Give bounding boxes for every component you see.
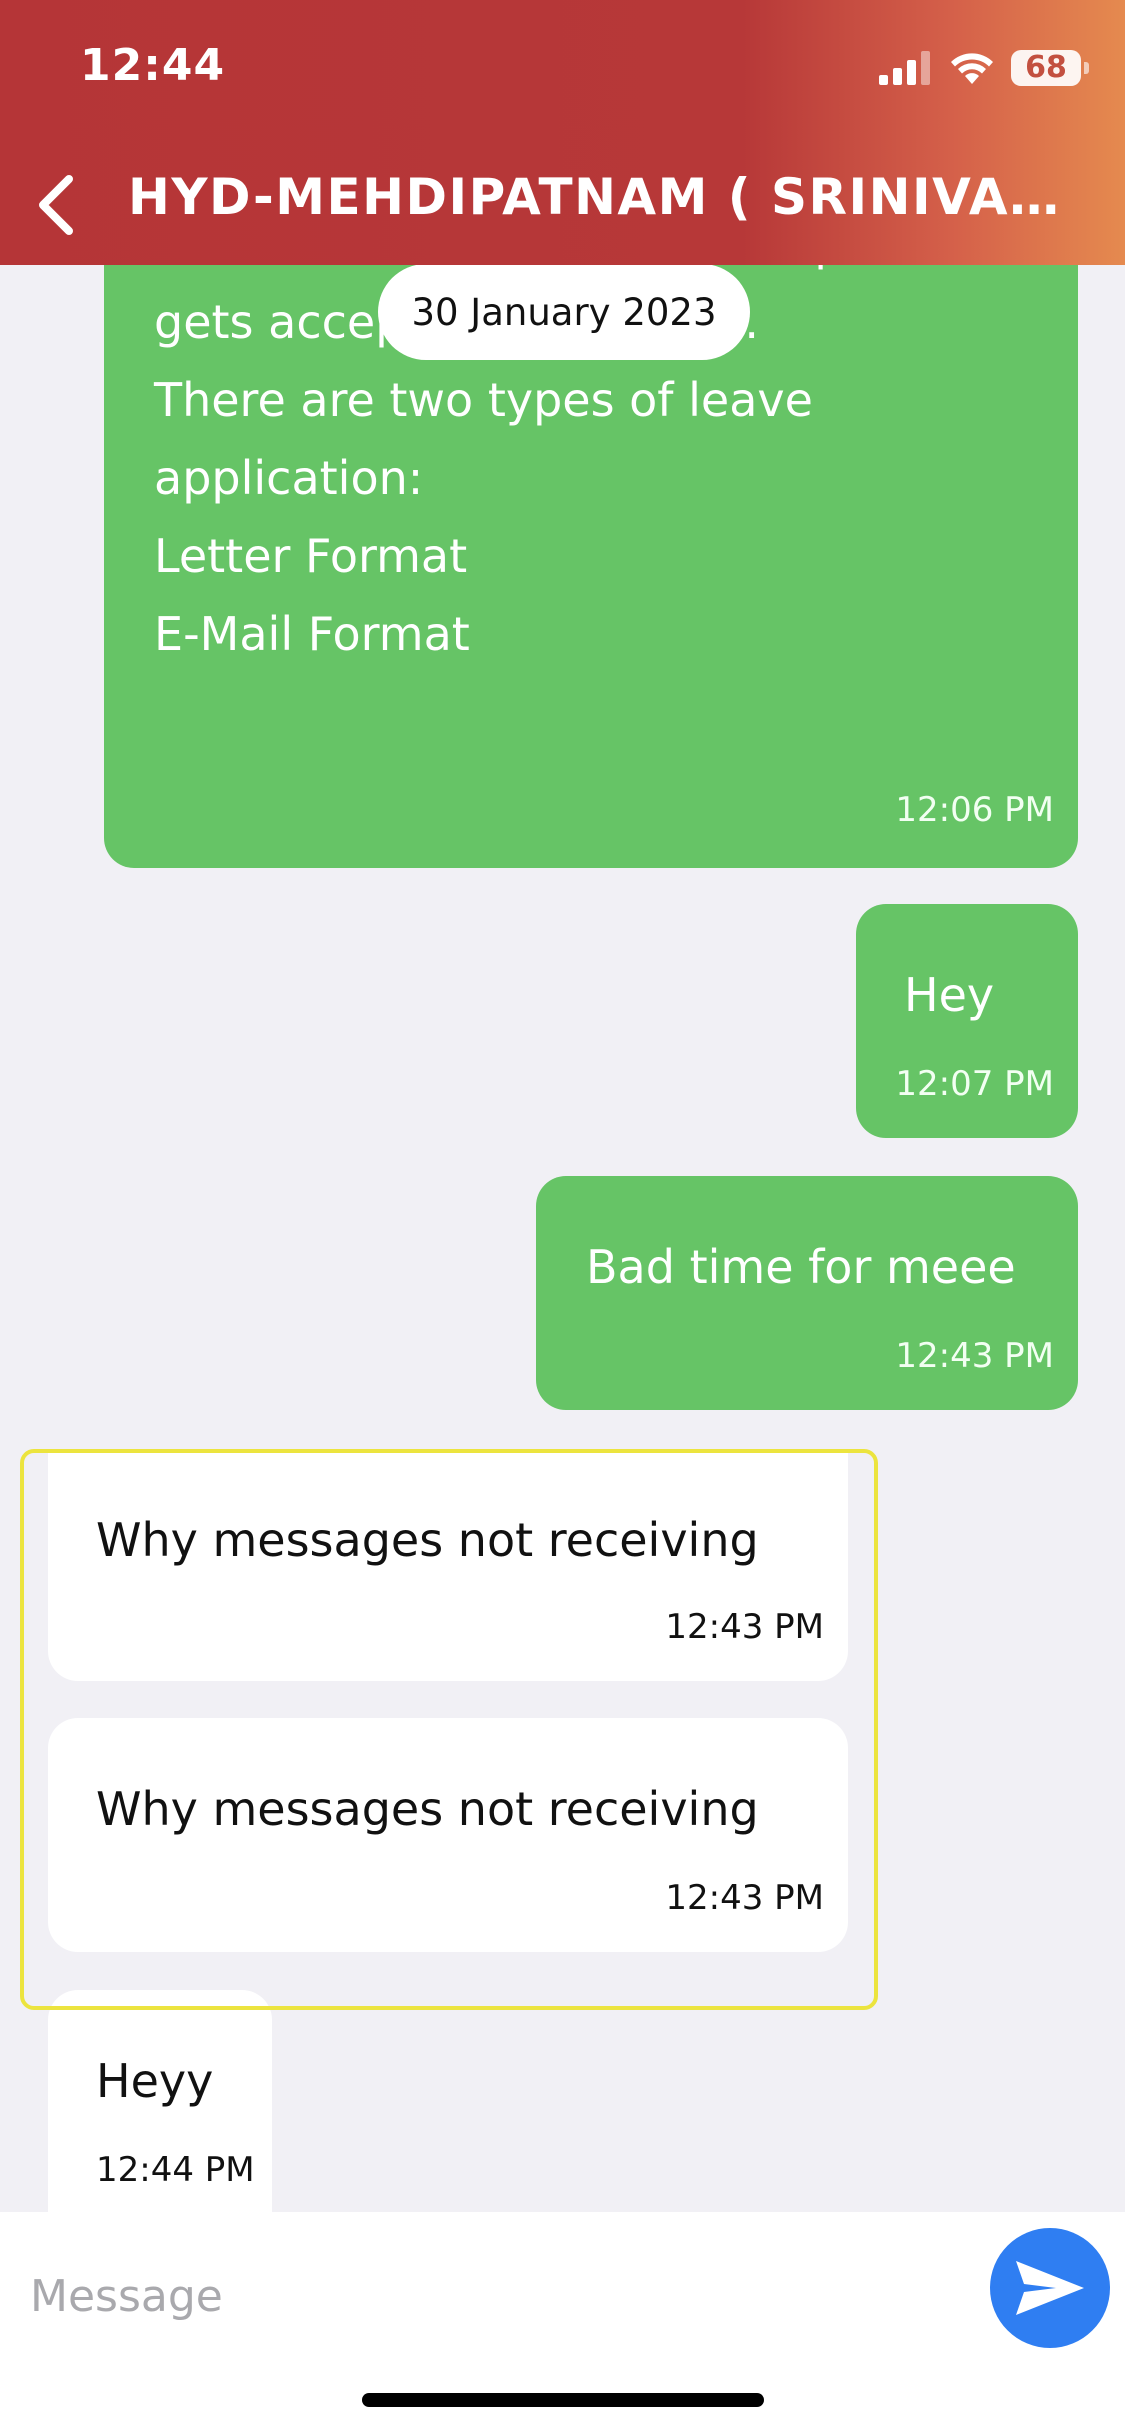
message-text: Bad time for meee: [586, 1240, 1016, 1294]
signal-icon: [879, 51, 930, 85]
message-text: Why messages not receiving: [96, 1513, 759, 1567]
battery-icon: 68: [1011, 50, 1089, 86]
message-text: Heyy: [96, 2054, 214, 2108]
message-time: 12:43 PM: [665, 1878, 824, 1918]
send-icon: [1016, 2261, 1084, 2315]
message-bubble-outgoing[interactable]: Bad time for meee 12:43 PM: [536, 1176, 1078, 1410]
message-text: Why messages not receiving: [96, 1782, 759, 1836]
send-button[interactable]: [990, 2228, 1110, 2348]
message-text: Hey: [904, 968, 995, 1022]
message-time: 12:07 PM: [895, 1064, 1054, 1104]
message-time: 12:44 PM: [96, 2150, 255, 2190]
chevron-left-icon: [39, 175, 73, 235]
message-bubble-outgoing[interactable]: Hey 12:07 PM: [856, 904, 1078, 1138]
chat-screen: decide w ve request gets accepted or rej…: [0, 0, 1125, 2436]
status-icons: 68: [879, 50, 1089, 86]
battery-level: 68: [1025, 50, 1067, 85]
chat-title[interactable]: HYD-MEHDIPATNAM ( SRINIVAS M...: [128, 168, 1073, 226]
message-bubble-incoming[interactable]: Why messages not receiving 12:43 PM: [48, 1718, 848, 1952]
back-button[interactable]: [20, 165, 90, 245]
message-time: 12:43 PM: [895, 1336, 1054, 1376]
wifi-icon: [951, 53, 993, 84]
message-time: 12:06 PM: [895, 790, 1054, 830]
home-indicator: [362, 2393, 764, 2407]
date-separator: 30 January 2023: [378, 264, 750, 360]
message-bubble-incoming[interactable]: Why messages not receiving 12:43 PM: [48, 1449, 848, 1681]
message-bubble-incoming[interactable]: Heyy 12:44 PM: [48, 1990, 272, 2212]
message-input[interactable]: [30, 2246, 970, 2346]
status-time: 12:44: [80, 40, 226, 91]
chat-header: 12:44 68 HYD-MEHDIPATNAM ( SRINIVAS: [0, 0, 1125, 265]
message-time: 12:43 PM: [665, 1607, 824, 1647]
